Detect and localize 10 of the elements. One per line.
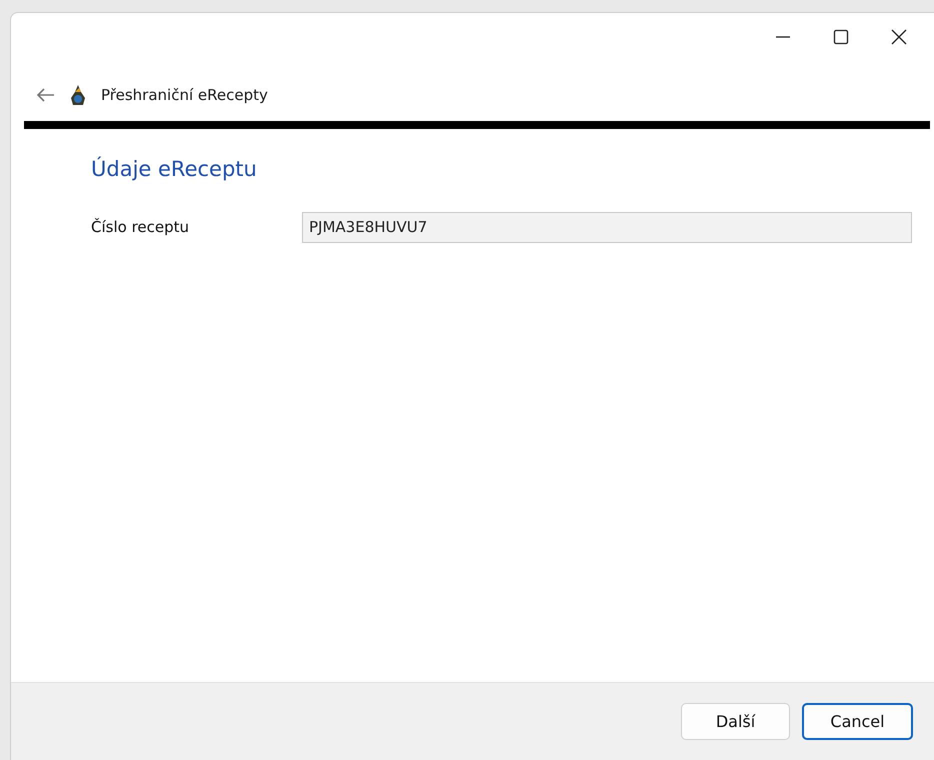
app-icon xyxy=(69,84,87,106)
maximize-icon[interactable] xyxy=(833,29,849,45)
next-button[interactable]: Další xyxy=(681,703,790,740)
back-arrow-icon[interactable] xyxy=(37,88,55,102)
wizard-title: Přeshraniční eRecepty xyxy=(101,84,268,106)
cancel-button[interactable]: Cancel xyxy=(802,703,913,740)
read-only-field[interactable]: PJMA3E8HUVU7 xyxy=(302,212,912,244)
field-label: Číslo receptu xyxy=(91,217,190,238)
page-heading: Údaje eReceptu xyxy=(91,157,258,182)
close-icon[interactable] xyxy=(891,29,907,45)
